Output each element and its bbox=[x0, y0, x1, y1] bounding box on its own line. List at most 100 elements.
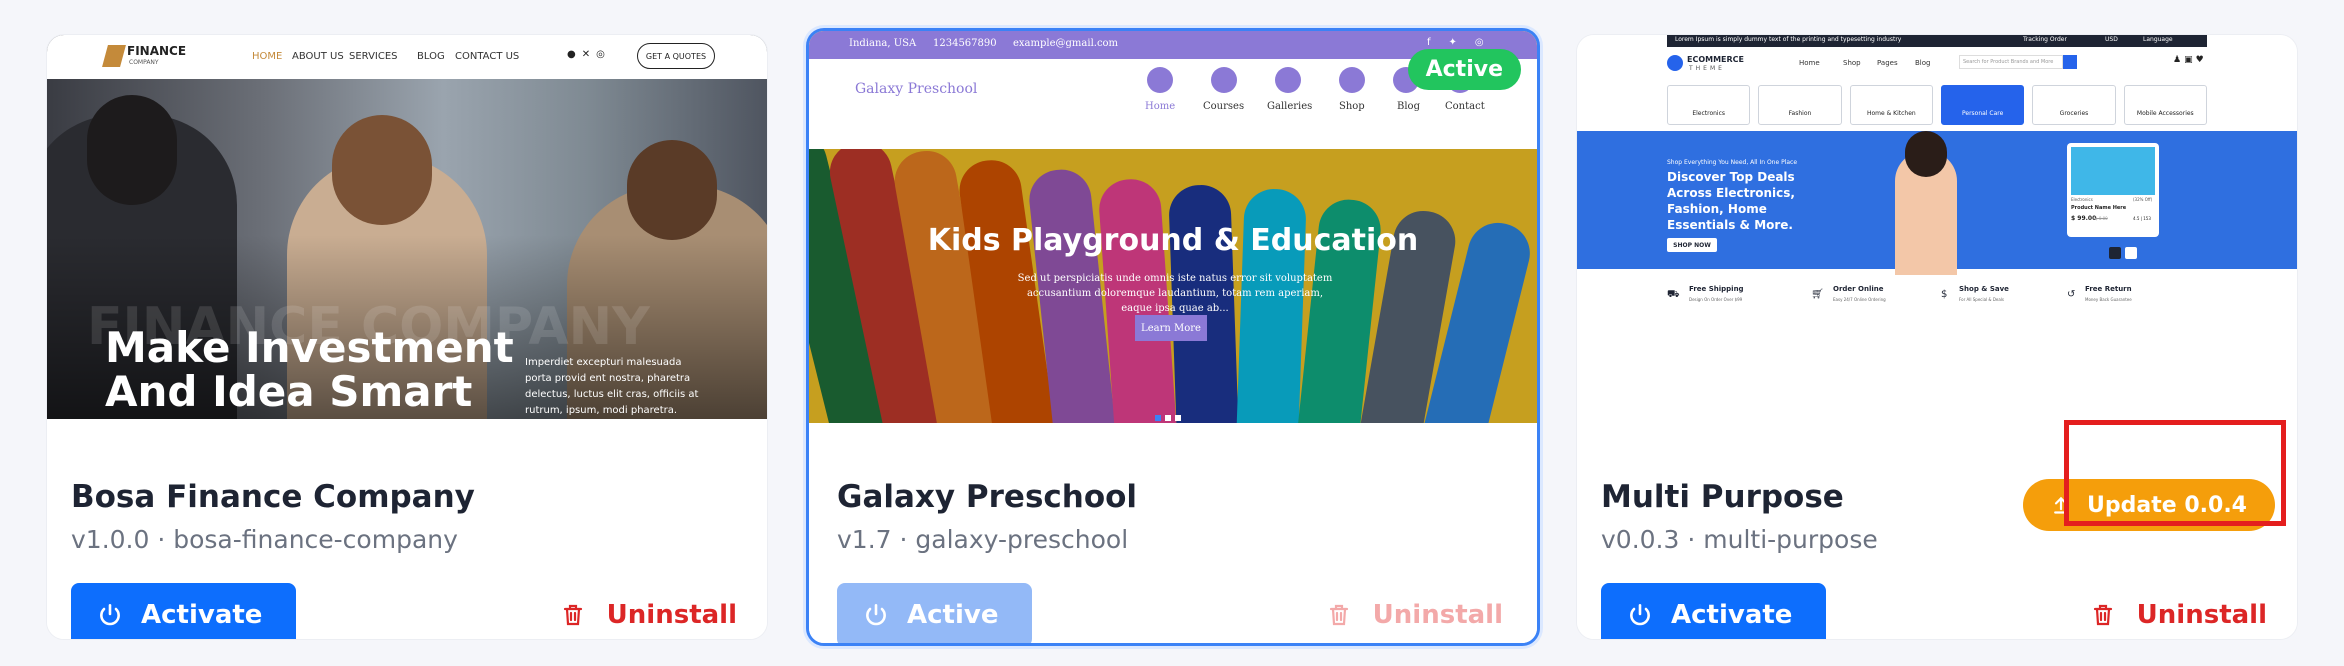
theme-preview-image: Indiana, USA 1234567890 example@gmail.co… bbox=[809, 31, 1537, 423]
banner-small: Shop Everything You Need, All In One Pla… bbox=[1667, 159, 1798, 166]
banner-headline: Discover Top Deals Across Electronics, F… bbox=[1667, 170, 1795, 232]
preview-topbar-text: Lorem Ipsum is simply dummy text of the … bbox=[1675, 36, 1902, 43]
active-button[interactable]: Active bbox=[837, 583, 1033, 643]
slider-prev-icon bbox=[2109, 247, 2121, 259]
category-personal-care: Personal Care bbox=[1940, 85, 2025, 125]
preview-nav-pages: Pages bbox=[1877, 59, 1898, 67]
category-groceries: Groceries bbox=[2032, 85, 2116, 125]
feature-title: Order Online bbox=[1833, 285, 1884, 293]
uninstall-label: Uninstall bbox=[606, 600, 737, 630]
product-rating: 4.5 | 153 bbox=[2133, 216, 2151, 221]
preview-headline-2: And Idea Smart bbox=[105, 367, 473, 416]
activate-label: Activate bbox=[141, 600, 263, 630]
banner-cta: SHOP NOW bbox=[1667, 238, 1717, 252]
preview-features: ⛟ Free Shipping Design On Order Over $99… bbox=[1667, 285, 2207, 315]
activate-label: Activate bbox=[1671, 600, 1793, 630]
theme-preview-image: Lorem Ipsum is simply dummy text of the … bbox=[1577, 35, 2297, 419]
preview-nav-blog: Blog bbox=[1397, 101, 1420, 112]
product-category: Electronics bbox=[2071, 197, 2093, 202]
nav-icon-home bbox=[1147, 67, 1173, 93]
preview-nav-home: Home bbox=[1799, 59, 1820, 67]
return-icon: ↺ bbox=[2067, 289, 2076, 300]
power-icon bbox=[866, 603, 886, 626]
nav-icon-shop bbox=[1339, 67, 1365, 93]
preview-nav-courses: Courses bbox=[1203, 101, 1245, 112]
product-image bbox=[2071, 147, 2155, 195]
product-price: $ 99.00 bbox=[2071, 215, 2097, 222]
cart-icon: 🛒︎ bbox=[1811, 289, 1824, 300]
preview-language: Language bbox=[2143, 36, 2173, 43]
feature-title: Shop & Save bbox=[1959, 285, 2009, 293]
theme-card-info: Bosa Finance Company v1.0.0 · bosa-finan… bbox=[47, 419, 767, 639]
preview-topbar: Lorem Ipsum is simply dummy text of the … bbox=[1667, 35, 2207, 47]
preview-logo: ECOMMERCE bbox=[1687, 55, 1745, 64]
preview-category-row: Electronics Fashion Home & Kitchen Perso… bbox=[1667, 85, 2207, 125]
theme-version-slug: v1.0.0 · bosa-finance-company bbox=[71, 525, 458, 554]
preview-nav-contact: Contact bbox=[1445, 101, 1485, 112]
preview-phone: 1234567890 bbox=[933, 38, 997, 49]
preview-logo-sub: COMPANY bbox=[129, 59, 159, 66]
preview-search: Search for Product Brands and More bbox=[1959, 55, 2063, 69]
person-right-head bbox=[627, 140, 717, 240]
active-label: Active bbox=[907, 600, 999, 630]
uninstall-button[interactable]: Uninstall bbox=[561, 583, 737, 639]
uninstall-label: Uninstall bbox=[1372, 600, 1503, 630]
category-mobile-accessories: Mobile Accessories bbox=[2123, 85, 2207, 125]
preview-header: FINANCE COMPANY HOME ABOUT US SERVICES B… bbox=[47, 35, 767, 79]
social-icons: ●✕◎ bbox=[567, 49, 611, 60]
preview-nav-blog: Blog bbox=[1915, 59, 1931, 67]
category-fashion: Fashion bbox=[1758, 85, 1842, 125]
slider-next-icon bbox=[2125, 247, 2137, 259]
feature-sub: Design On Order Over $99 bbox=[1689, 297, 1743, 302]
feature-title: Free Shipping bbox=[1689, 285, 1744, 293]
nav-icon-galleries bbox=[1275, 67, 1301, 93]
preview-email: example@gmail.com bbox=[1013, 38, 1119, 49]
preview-logo: FINANCE bbox=[127, 44, 187, 58]
feature-sub: Easy 24/7 Online Ordering bbox=[1833, 297, 1886, 302]
uninstall-label: Uninstall bbox=[2136, 600, 2267, 630]
power-icon bbox=[1630, 603, 1650, 626]
nav-icon-courses bbox=[1211, 67, 1237, 93]
preview-body: Sed ut perspiciatis unde omnis iste natu… bbox=[1017, 273, 1333, 314]
finance-logo-mark bbox=[102, 45, 126, 67]
preview-nav-shop: Shop bbox=[1843, 59, 1861, 67]
category-electronics: Electronics bbox=[1667, 85, 1751, 125]
preview-social-icons: f✦◎ bbox=[1427, 37, 1502, 48]
highlight-box bbox=[2064, 420, 2286, 526]
theme-card-bosa-finance: FINANCE COMPANY HOME ABOUT US SERVICES B… bbox=[46, 34, 768, 640]
preview-cta: GET A QUOTES bbox=[637, 43, 715, 69]
theme-name: Galaxy Preschool bbox=[837, 479, 1138, 515]
uninstall-button[interactable]: Uninstall bbox=[2091, 583, 2267, 639]
carousel-dots bbox=[1155, 415, 1185, 421]
uninstall-button[interactable]: Uninstall bbox=[1327, 583, 1503, 643]
preview-nav-home: Home bbox=[1145, 101, 1176, 112]
preview-nav-shop: Shop bbox=[1339, 101, 1365, 112]
banner-model-head bbox=[1905, 131, 1947, 177]
person-left-head bbox=[87, 95, 177, 205]
preview-location: Indiana, USA bbox=[849, 38, 917, 49]
active-badge: Active bbox=[1407, 49, 1521, 90]
product-discount: (32% Off) bbox=[2133, 197, 2153, 202]
feature-sub: For All Special & Deals bbox=[1959, 297, 2005, 302]
feature-sub: Money Back Guarantee bbox=[2085, 297, 2132, 302]
theme-name: Multi Purpose bbox=[1601, 479, 1844, 515]
search-icon bbox=[2063, 55, 2077, 69]
preview-tracking: Tracking Order bbox=[2023, 36, 2067, 43]
trash-icon bbox=[1329, 604, 1348, 626]
person-center-head bbox=[332, 115, 432, 225]
activate-button[interactable]: Activate bbox=[1601, 583, 1827, 639]
category-home-kitchen: Home & Kitchen bbox=[1849, 85, 1933, 125]
money-bag-icon: $ bbox=[1941, 289, 1948, 300]
preview-brand: Galaxy Preschool bbox=[855, 81, 978, 97]
product-old-price: $ 0.00 bbox=[2095, 216, 2108, 221]
activate-button[interactable]: Activate bbox=[71, 583, 297, 639]
trash-icon bbox=[2093, 604, 2112, 626]
preview-nav-blog: BLOG bbox=[417, 51, 445, 62]
preview-nav-about: ABOUT US bbox=[292, 51, 344, 62]
ecommerce-logo-mark bbox=[1667, 55, 1683, 71]
theme-preview-image: FINANCE COMPANY HOME ABOUT US SERVICES B… bbox=[47, 35, 767, 419]
trash-icon bbox=[563, 604, 582, 626]
preview-headline: Kids Playground & Education bbox=[927, 223, 1419, 258]
theme-card-info: Galaxy Preschool v1.7 · galaxy-preschool… bbox=[809, 423, 1537, 643]
banner-product-card: Electronics (32% Off) Product Name Here … bbox=[2067, 143, 2159, 237]
